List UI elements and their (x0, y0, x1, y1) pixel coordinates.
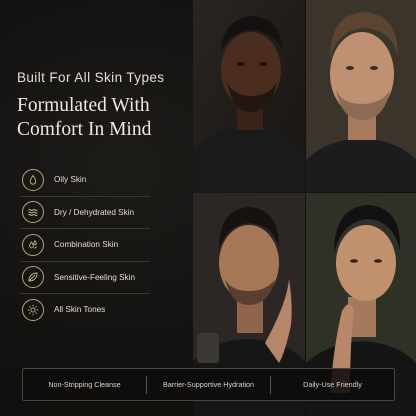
portrait-photo (193, 0, 305, 192)
skin-type-label: Sensitive-Feeling Skin (54, 272, 136, 282)
benefit-bar: Non-Stripping Cleanse Barrier-Supportive… (22, 368, 395, 401)
portrait-grid (193, 0, 416, 416)
wave-lines-icon (22, 201, 44, 224)
skin-type-label: Dry / Dehydrated Skin (54, 207, 135, 217)
skin-type-label: Oily Skin (54, 175, 87, 185)
list-item: Sensitive-Feeling Skin (20, 260, 150, 294)
split-drop-icon (22, 233, 44, 256)
eyebrow-text: Built For All Skin Types (17, 70, 165, 85)
leaf-icon (22, 266, 44, 289)
skin-type-label: All Skin Tones (54, 305, 106, 315)
portrait-photo (306, 0, 416, 192)
headline: Formulated With Comfort In Mind (17, 94, 192, 142)
benefit-item: Daily-Use Friendly (303, 380, 362, 389)
skin-types-banner: Built For All Skin Types Formulated With… (0, 0, 416, 416)
headline-line-1: Formulated With (17, 95, 150, 116)
benefit-item: Barrier-Supportive Hydration (162, 380, 255, 389)
headline-line-2: Comfort In Mind (17, 119, 152, 140)
benefit-item: Non-Stripping Cleanse (48, 380, 121, 389)
sun-icon (22, 298, 44, 321)
skin-type-list: Oily Skin Dry / Dehydrated Skin Combinat… (20, 164, 150, 326)
droplet-icon (22, 168, 44, 191)
list-item: All Skin Tones (20, 293, 150, 326)
list-item: Combination Skin (20, 228, 150, 261)
skin-type-label: Combination Skin (54, 240, 119, 250)
list-item: Oily Skin (20, 164, 150, 196)
copy-column: Built For All Skin Types Formulated With… (0, 0, 192, 416)
list-item: Dry / Dehydrated Skin (20, 195, 150, 229)
